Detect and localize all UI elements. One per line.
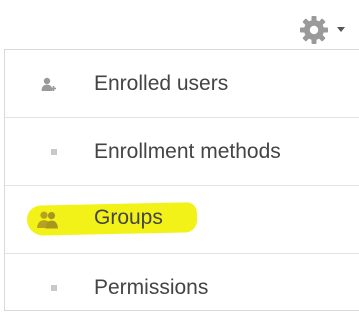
bullet-icon xyxy=(51,285,57,291)
bullet-icon xyxy=(51,148,57,155)
menu-item-enrollment-methods[interactable]: Enrollment methods xyxy=(5,118,359,186)
menu-item-label: Permissions xyxy=(94,276,209,299)
caret-down-icon xyxy=(337,27,345,32)
settings-menu-toggle[interactable] xyxy=(290,14,359,48)
menu-item-groups[interactable]: Groups xyxy=(5,186,359,254)
menu-item-enrolled-users[interactable]: Enrolled users xyxy=(5,50,359,118)
gear-icon xyxy=(300,16,328,44)
menu-item-permissions[interactable]: Permissions xyxy=(5,254,359,322)
groups-icon xyxy=(37,211,58,229)
menu-item-label: Enrolled users xyxy=(94,71,229,95)
enrolled-users-icon xyxy=(41,77,56,91)
course-admin-dropdown: Enrolled users Enrollment methods Groups… xyxy=(4,49,359,311)
menu-item-label: Enrollment methods xyxy=(94,139,281,163)
menu-item-label: Groups xyxy=(94,206,163,229)
